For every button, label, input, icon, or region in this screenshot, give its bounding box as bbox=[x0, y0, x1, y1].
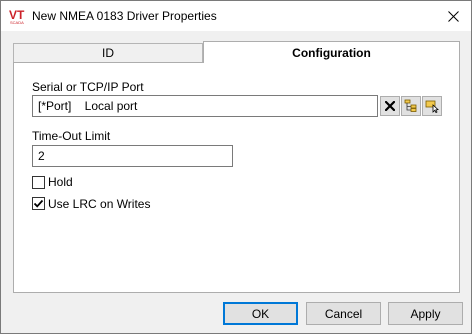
hold-checkbox[interactable] bbox=[32, 176, 45, 189]
timeout-field[interactable]: 2 bbox=[32, 145, 233, 167]
window-title: New NMEA 0183 Driver Properties bbox=[32, 9, 217, 23]
port-field[interactable]: [*Port] Local port bbox=[32, 95, 378, 117]
tab-id[interactable]: ID bbox=[13, 43, 203, 62]
folder-tree-icon bbox=[404, 99, 417, 112]
vtscada-logo-icon: VT SCADA bbox=[8, 7, 26, 25]
x-icon bbox=[385, 101, 395, 111]
logo-subtext: SCADA bbox=[10, 20, 24, 25]
apply-button-label: Apply bbox=[410, 306, 441, 321]
tab-configuration[interactable]: Configuration bbox=[203, 41, 460, 63]
use-lrc-checkbox[interactable] bbox=[32, 197, 45, 210]
tag-browser-button[interactable] bbox=[401, 96, 421, 116]
tab-id-label: ID bbox=[102, 46, 114, 60]
close-button[interactable] bbox=[435, 1, 471, 31]
properties-dialog: VT SCADA New NMEA 0183 Driver Properties… bbox=[0, 0, 472, 334]
cancel-button[interactable]: Cancel bbox=[306, 302, 381, 325]
select-tag-button[interactable] bbox=[422, 96, 442, 116]
clear-port-button[interactable] bbox=[380, 96, 400, 116]
tab-configuration-label: Configuration bbox=[292, 45, 371, 60]
checkmark-icon bbox=[33, 199, 44, 208]
port-label: Serial or TCP/IP Port bbox=[32, 80, 144, 94]
apply-button[interactable]: Apply bbox=[388, 302, 463, 325]
close-icon bbox=[447, 10, 459, 22]
title-bar[interactable]: VT SCADA New NMEA 0183 Driver Properties bbox=[1, 1, 471, 31]
cancel-button-label: Cancel bbox=[324, 306, 363, 321]
use-lrc-label: Use LRC on Writes bbox=[48, 197, 151, 211]
tag-pointer-icon bbox=[425, 100, 439, 113]
ok-button-label: OK bbox=[251, 306, 270, 321]
tab-join bbox=[204, 61, 459, 64]
hold-label: Hold bbox=[48, 175, 73, 189]
timeout-label: Time-Out Limit bbox=[32, 129, 111, 143]
ok-button[interactable]: OK bbox=[223, 302, 298, 325]
